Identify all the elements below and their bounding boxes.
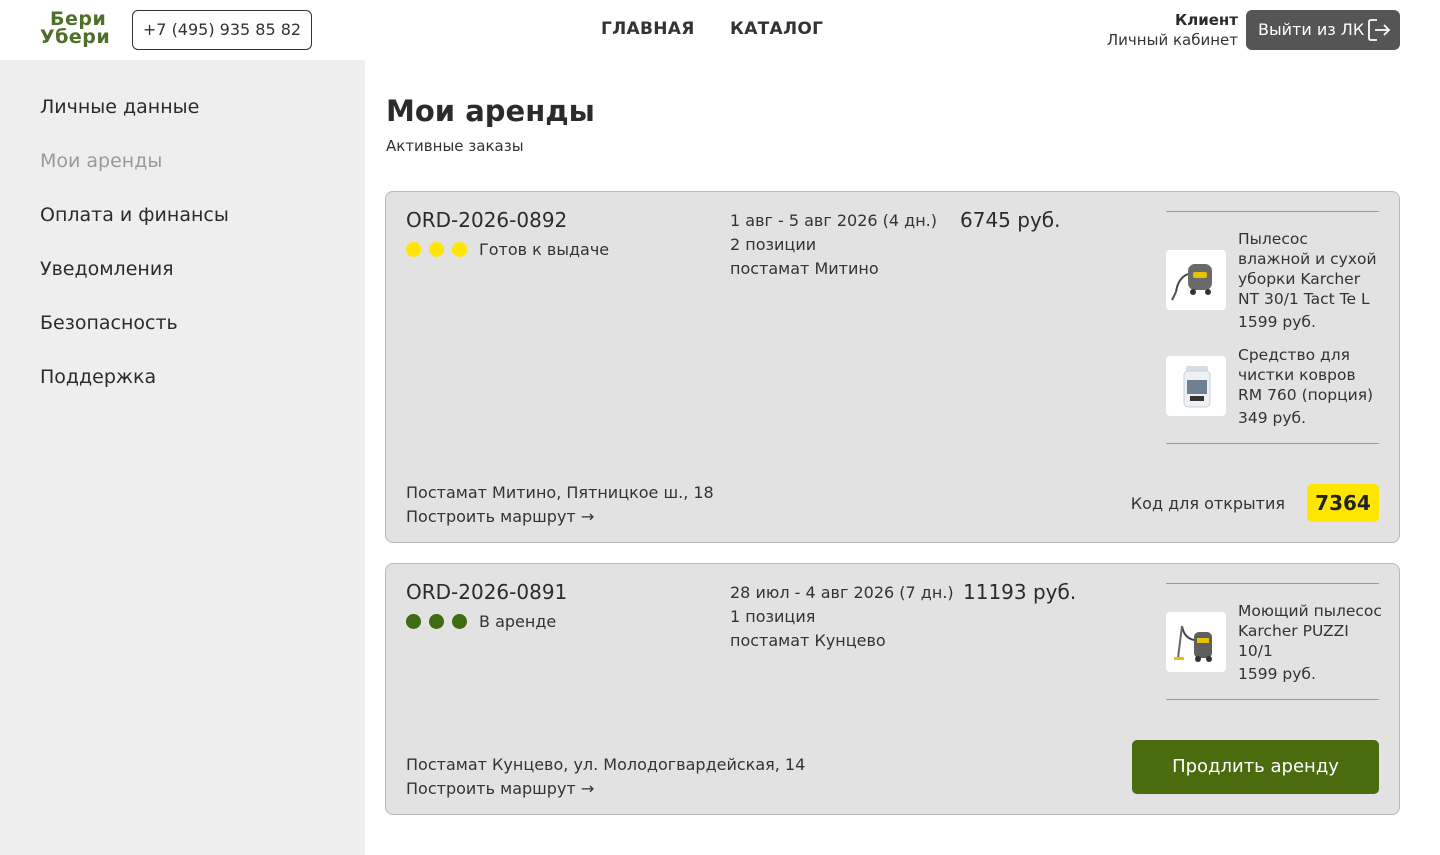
order-card: ORD-2026-0891 В аренде 28 июл - 4 авг 20… <box>385 563 1400 815</box>
logout-icon <box>1368 19 1391 41</box>
order-items: Моющий пылесос Karcher PUZZI 10/1 1599 р… <box>1166 583 1382 700</box>
item-price: 349 руб. <box>1238 409 1307 427</box>
sidebar-item-payments[interactable]: Оплата и финансы <box>40 204 229 226</box>
user-cabinet-link[interactable]: Личный кабинет <box>1107 31 1238 49</box>
order-dates: 28 июл - 4 авг 2026 (7 дн.) <box>730 583 954 602</box>
logo-line2: Убери <box>40 26 111 48</box>
sidebar-item-personal-data[interactable]: Личные данные <box>40 96 199 118</box>
header: Бери Убери +7 (495) 935 85 82 ГЛАВНАЯ КА… <box>0 0 1440 60</box>
order-positions: 2 позиции <box>730 235 817 254</box>
sidebar-item-support[interactable]: Поддержка <box>40 366 156 388</box>
sidebar-item-my-rentals[interactable]: Мои аренды <box>40 150 162 172</box>
route-link[interactable]: Построить маршрут → <box>406 779 594 798</box>
item-price: 1599 руб. <box>1238 313 1316 331</box>
vacuum-cleaner-image <box>1166 250 1226 310</box>
order-details: 1 авг - 5 авг 2026 (4 дн.) 2 позиции пос… <box>730 209 937 281</box>
item-name: Моющий пылесос Karcher PUZZI 10/1 <box>1238 602 1382 660</box>
order-items: Пылесос влажной и сухой уборки Karcher N… <box>1166 211 1379 444</box>
order-id: ORD-2026-0892 <box>406 208 568 232</box>
item-price: 1599 руб. <box>1238 665 1316 683</box>
order-dates: 1 авг - 5 авг 2026 (4 дн.) <box>730 211 938 230</box>
page-subtitle: Активные заказы <box>386 137 524 155</box>
pickup-address: Постамат Кунцево, ул. Молодогвардейская,… <box>406 755 806 774</box>
extend-rental-button[interactable]: Продлить аренду <box>1132 740 1379 794</box>
detergent-jar-image <box>1166 356 1226 416</box>
code-label: Код для открытия <box>1130 494 1285 513</box>
logo[interactable]: Бери Убери <box>40 8 124 52</box>
logout-label: Выйти из ЛК <box>1258 20 1365 39</box>
order-positions: 1 позиция <box>730 607 816 626</box>
order-pickup: постамат Кунцево <box>730 631 886 650</box>
sidebar: Личные данные Мои аренды Оплата и финанс… <box>0 60 365 855</box>
order-card: ORD-2026-0892 Готов к выдаче 1 авг - 5 а… <box>385 191 1400 543</box>
order-price: 6745 руб. <box>960 208 1061 232</box>
status-dot <box>406 242 421 257</box>
status-label: Готов к выдаче <box>479 240 610 259</box>
order-id: ORD-2026-0891 <box>406 580 568 604</box>
status-dot <box>429 614 444 629</box>
status-dot <box>452 614 467 629</box>
status-dot <box>429 242 444 257</box>
order-price: 11193 руб. <box>963 580 1077 604</box>
status-label: В аренде <box>479 612 557 631</box>
item-name: Средство для чистки ковров RM 760 (порци… <box>1238 346 1374 404</box>
status-dot <box>452 242 467 257</box>
logout-button[interactable]: Выйти из ЛК <box>1246 10 1400 50</box>
item-name: Пылесос влажной и сухой уборки Karcher N… <box>1238 230 1377 308</box>
order-details: 28 июл - 4 авг 2026 (7 дн.) 1 позиция по… <box>730 581 954 653</box>
pickup-address: Постамат Митино, Пятницкое ш., 18 <box>406 483 714 502</box>
sidebar-item-notifications[interactable]: Уведомления <box>40 258 174 280</box>
route-link[interactable]: Построить маршрут → <box>406 507 594 526</box>
access-code-badge: 7364 <box>1307 484 1379 522</box>
status-dot <box>406 614 421 629</box>
page-title: Мои аренды <box>386 94 595 128</box>
user-role: Клиент <box>1175 11 1238 29</box>
sidebar-item-security[interactable]: Безопасность <box>40 312 178 334</box>
phone-button[interactable]: +7 (495) 935 85 82 <box>132 10 312 50</box>
washing-vacuum-image <box>1166 612 1226 672</box>
nav-catalog[interactable]: КАТАЛОГ <box>730 19 823 39</box>
nav-main[interactable]: ГЛАВНАЯ <box>601 19 695 39</box>
order-pickup: постамат Митино <box>730 259 879 278</box>
